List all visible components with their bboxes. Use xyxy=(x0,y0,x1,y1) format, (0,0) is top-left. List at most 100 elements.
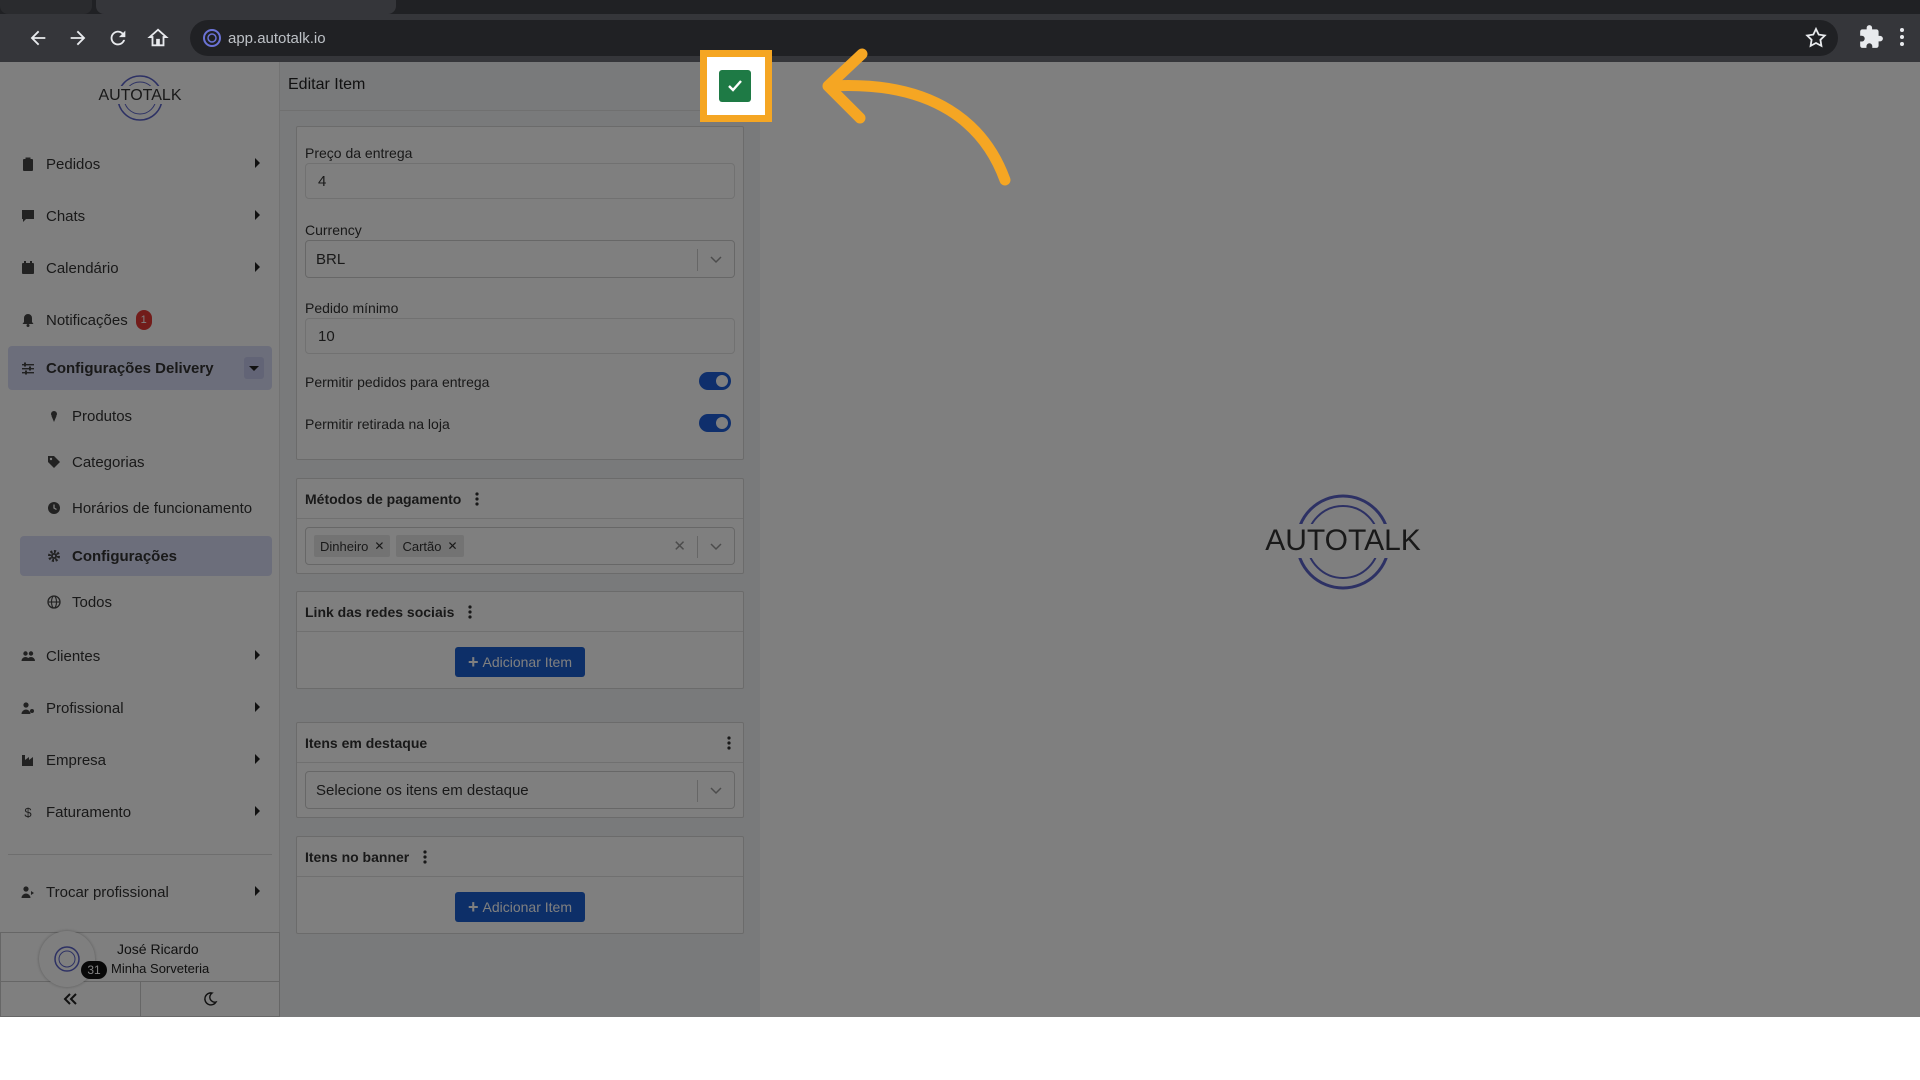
checkmark-icon xyxy=(728,80,742,92)
chat-icon xyxy=(20,208,36,224)
tag-icon xyxy=(46,454,62,470)
svg-text:$: $ xyxy=(24,805,32,819)
edit-panel: Editar Item Preço da entrega 4 Currency … xyxy=(280,62,760,1017)
collapse-sidebar-button[interactable] xyxy=(1,982,141,1016)
featured-items-select[interactable]: Selecione os itens em destaque xyxy=(305,771,735,809)
select-separator xyxy=(697,536,698,558)
double-chevron-left-icon xyxy=(63,993,77,1005)
remove-chip-icon[interactable]: ✕ xyxy=(374,539,384,553)
notification-badge: 1 xyxy=(135,310,152,330)
featured-items-header: Itens em destaque xyxy=(297,723,743,763)
app-window: AUTOTALK Pedidos Chats Calendário Notifi… xyxy=(0,62,1920,1017)
caret-right-icon xyxy=(255,806,260,816)
sidebar: AUTOTALK Pedidos Chats Calendário Notifi… xyxy=(0,62,280,1017)
reload-icon[interactable] xyxy=(104,24,132,52)
clock-icon xyxy=(46,500,62,516)
browser-menu-icon[interactable] xyxy=(1892,24,1912,50)
social-links-header: Link das redes sociais xyxy=(297,592,743,632)
sidebar-item-label: Notificações xyxy=(46,311,128,329)
sidebar-item-clientes[interactable]: Clientes xyxy=(8,634,272,678)
add-banner-item-button[interactable]: + Adicionar Item xyxy=(455,892,585,922)
users-icon xyxy=(20,648,36,664)
bookmark-star-icon[interactable] xyxy=(1804,26,1828,50)
browser-tab-strip xyxy=(0,0,1920,14)
sidebar-subitem-todos[interactable]: Todos xyxy=(20,582,272,622)
page-title: Editar Item xyxy=(288,76,366,93)
browser-tab-active[interactable] xyxy=(96,0,396,14)
user-name: José Ricardo xyxy=(117,941,199,957)
chip-label: Dinheiro xyxy=(320,538,369,554)
min-order-label: Pedido mínimo xyxy=(305,300,399,316)
currency-select[interactable]: BRL xyxy=(305,240,735,278)
industry-icon xyxy=(20,752,36,768)
sidebar-item-faturamento[interactable]: $ Faturamento xyxy=(8,790,272,834)
add-social-link-button[interactable]: + Adicionar Item xyxy=(455,647,585,677)
autotalk-center-logo: AUTOTALK xyxy=(1258,494,1428,590)
featured-items-title: Itens em destaque xyxy=(305,734,428,751)
sidebar-item-chats[interactable]: Chats xyxy=(8,194,272,238)
sidebar-item-calendario[interactable]: Calendário xyxy=(8,246,272,290)
sidebar-subitem-categorias[interactable]: Categorias xyxy=(20,442,272,482)
user-profile[interactable]: 31 José Ricardo Minha Sorveteria xyxy=(0,931,280,987)
toggle-knob xyxy=(716,417,728,429)
sidebar-item-configuracoes-delivery[interactable]: Configurações Delivery xyxy=(8,346,272,390)
allow-pickup-toggle[interactable] xyxy=(699,414,731,432)
extensions-puzzle-icon[interactable] xyxy=(1858,24,1884,50)
sidebar-subitem-horarios[interactable]: Horários de funcionamento xyxy=(20,488,272,528)
chevron-down-icon xyxy=(710,787,722,795)
dollar-icon: $ xyxy=(20,804,36,820)
banner-items-title: Itens no banner xyxy=(305,848,410,865)
kebab-menu-icon[interactable] xyxy=(468,604,473,619)
avatar-count-badge: 31 xyxy=(81,961,107,979)
sidebar-subitem-produtos[interactable]: Produtos xyxy=(20,396,272,436)
chevron-down-icon xyxy=(710,256,722,264)
clear-selection-icon[interactable]: ✕ xyxy=(673,537,686,555)
kebab-menu-icon[interactable] xyxy=(423,849,427,864)
select-separator xyxy=(697,780,698,802)
sidebar-subitem-label: Horários de funcionamento xyxy=(72,499,253,517)
center-logo-text: AUTOTALK xyxy=(1265,524,1421,557)
save-button[interactable] xyxy=(719,70,751,102)
forward-icon[interactable] xyxy=(64,24,92,52)
url-text: app.autotalk.io xyxy=(228,29,326,47)
sidebar-item-empresa[interactable]: Empresa xyxy=(8,738,272,782)
sidebar-subitem-label: Produtos xyxy=(72,407,133,425)
back-icon[interactable] xyxy=(24,24,52,52)
delivery-price-label: Preço da entrega xyxy=(305,145,413,161)
payment-chip-cartao: Cartão ✕ xyxy=(396,535,464,557)
sidebar-item-pedidos[interactable]: Pedidos xyxy=(8,142,272,186)
kebab-menu-icon[interactable] xyxy=(475,491,479,506)
gear-icon xyxy=(46,548,62,564)
sidebar-item-notificacoes[interactable]: Notificações 1 xyxy=(8,298,272,342)
delivery-price-input[interactable]: 4 xyxy=(305,163,735,199)
sidebar-item-trocar-profissional[interactable]: Trocar profissional xyxy=(8,870,272,914)
min-order-input[interactable]: 10 xyxy=(305,318,735,354)
currency-label: Currency xyxy=(305,222,362,238)
sidebar-item-label: Trocar profissional xyxy=(46,883,169,901)
chip-label: Cartão xyxy=(402,538,442,554)
autotalk-logo: AUTOTALK xyxy=(94,75,186,121)
globe-icon xyxy=(46,594,62,610)
allow-delivery-toggle[interactable] xyxy=(699,372,731,390)
sidebar-item-label: Profissional xyxy=(46,699,124,717)
payment-methods-header: Métodos de pagamento xyxy=(297,479,743,519)
allow-pickup-label: Permitir retirada na loja xyxy=(305,416,450,432)
payment-methods-select[interactable]: Dinheiro ✕ Cartão ✕ ✕ xyxy=(305,527,735,565)
sidebar-item-profissional[interactable]: Profissional xyxy=(8,686,272,730)
caret-right-icon xyxy=(255,754,260,764)
add-item-label: Adicionar Item xyxy=(482,899,572,915)
sidebar-subitem-configuracoes[interactable]: Configurações xyxy=(20,536,272,576)
payment-chip-dinheiro: Dinheiro ✕ xyxy=(314,535,391,557)
banner-items-header: Itens no banner xyxy=(297,837,743,877)
preview-pane: AUTOTALK xyxy=(760,62,1920,1017)
remove-chip-icon[interactable]: ✕ xyxy=(448,539,458,553)
home-icon[interactable] xyxy=(144,24,172,52)
kebab-menu-icon[interactable] xyxy=(727,736,731,750)
banner-items-card: Itens no banner + Adicionar Item xyxy=(296,836,744,934)
toggle-knob xyxy=(716,375,728,387)
logo-text: AUTOTALK xyxy=(99,87,182,104)
select-separator xyxy=(697,249,698,271)
sidebar-item-label: Clientes xyxy=(46,647,101,665)
browser-tab[interactable] xyxy=(0,0,92,14)
dark-mode-button[interactable] xyxy=(141,982,280,1016)
